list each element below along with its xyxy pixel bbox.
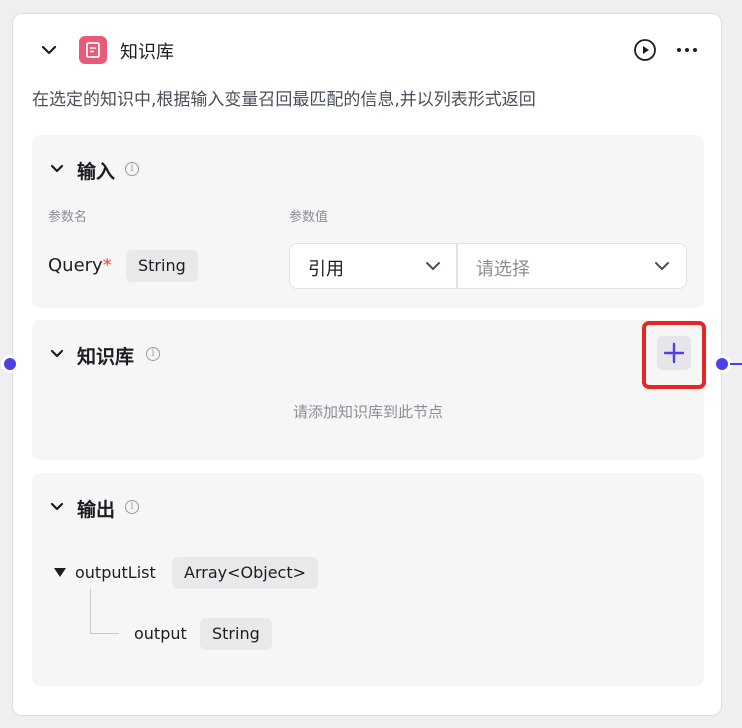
param-name-header: 参数名 [48, 210, 88, 225]
knowledge-section: 知识库 i 请添加知识库到此节点 [32, 320, 706, 460]
collapse-chevron-icon[interactable] [40, 41, 58, 59]
input-collapse-chevron-icon[interactable] [48, 160, 66, 178]
value-select[interactable]: 请选择 [457, 243, 687, 289]
node-description: 在选定的知识中,根据输入变量召回最匹配的信息,并以列表形式返回 [32, 90, 536, 110]
plus-icon [663, 342, 685, 364]
output-section-title: 输出 [77, 499, 116, 521]
param-name-text: Query [48, 255, 103, 276]
output-item-type: Array<Object> [172, 557, 319, 589]
param-name: Query* [48, 255, 112, 276]
knowledge-node-card[interactable]: 知识库 在选定的知识中,根据输入变量召回最匹配的信息,并以列表形式返回 输入 i… [12, 13, 722, 716]
tree-expand-caret-icon[interactable] [54, 568, 66, 578]
input-section-title: 输入 [77, 161, 116, 183]
run-play-icon[interactable] [633, 38, 657, 62]
input-port-handle[interactable] [1, 355, 19, 373]
output-collapse-chevron-icon[interactable] [48, 498, 66, 516]
value-select-placeholder: 请选择 [476, 259, 530, 280]
knowledge-base-icon [79, 36, 107, 64]
node-header: 知识库 [13, 14, 723, 86]
more-options-icon[interactable] [675, 44, 699, 56]
add-knowledge-button[interactable] [657, 336, 691, 370]
knowledge-info-icon[interactable]: i [146, 347, 160, 361]
knowledge-collapse-chevron-icon[interactable] [48, 345, 66, 363]
value-dropdown-chevron-icon [655, 262, 669, 270]
knowledge-section-title: 知识库 [77, 346, 135, 368]
output-port-handle[interactable] [713, 355, 731, 373]
output-child-type: String [200, 618, 272, 650]
required-mark: * [102, 255, 112, 276]
tree-connector [90, 589, 119, 634]
input-section: 输入 i 参数名 参数值 Query* String 引用 请选择 [32, 135, 704, 308]
output-connection-line [730, 363, 742, 365]
source-select-value: 引用 [308, 259, 344, 280]
node-title: 知识库 [120, 42, 174, 63]
param-type-tag: String [126, 250, 198, 282]
output-child-name: output [134, 624, 187, 643]
output-item-name: outputList [75, 563, 156, 582]
param-value-header: 参数值 [289, 210, 329, 225]
knowledge-empty-text: 请添加知识库到此节点 [292, 403, 443, 421]
source-dropdown-chevron-icon [426, 262, 440, 270]
output-section: 输出 i outputList Array<Object> output Str… [32, 473, 704, 686]
source-select[interactable]: 引用 [289, 243, 457, 289]
input-info-icon[interactable]: i [125, 162, 139, 176]
output-info-icon[interactable]: i [125, 500, 139, 514]
